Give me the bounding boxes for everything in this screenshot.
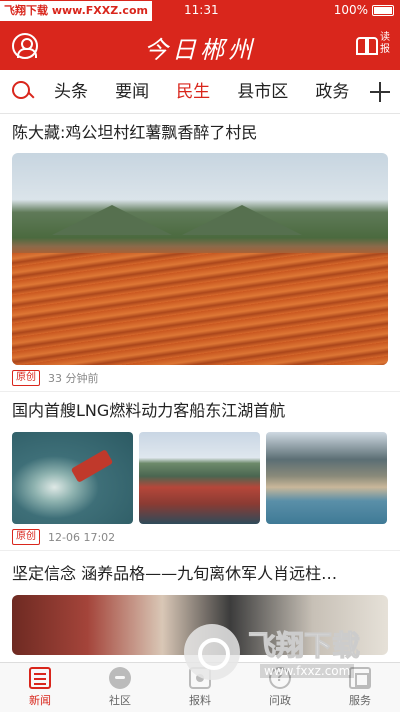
photo-mountain bbox=[182, 205, 302, 235]
news-feed: 陈大藏:鸡公坦村红薯飘香醉了村民 原创 33 分钟前 国内首艘LNG燃料动力客船… bbox=[0, 114, 400, 662]
status-bar: 飞翔下载 www.FXXZ.com 11:31 100% bbox=[0, 0, 400, 22]
community-icon bbox=[109, 667, 131, 689]
read-paper-button[interactable]: 读报 bbox=[356, 32, 392, 56]
watermark-text: 飞翔下载 bbox=[247, 629, 361, 663]
article-item[interactable]: 陈大藏:鸡公坦村红薯飘香醉了村民 原创 33 分钟前 bbox=[0, 114, 400, 392]
photo-boat bbox=[70, 449, 114, 483]
article-time: 33 分钟前 bbox=[48, 372, 99, 385]
watermark-logo-icon bbox=[184, 624, 240, 680]
tab-headlines[interactable]: 头条 bbox=[54, 70, 88, 114]
article-meta: 原创 12-06 17:02 bbox=[12, 524, 388, 550]
article-image[interactable] bbox=[266, 432, 387, 524]
nav-community[interactable]: 社区 bbox=[80, 663, 160, 712]
article-image[interactable] bbox=[12, 432, 133, 524]
original-badge: 原创 bbox=[12, 529, 40, 545]
article-image[interactable] bbox=[139, 432, 260, 524]
article-meta: 原创 33 分钟前 bbox=[12, 365, 388, 391]
original-badge: 原创 bbox=[12, 370, 40, 386]
article-image[interactable] bbox=[12, 153, 388, 365]
status-time: 11:31 bbox=[184, 3, 219, 17]
tab-important-news[interactable]: 要闻 bbox=[115, 70, 149, 114]
tab-livelihood[interactable]: 民生 bbox=[176, 70, 210, 114]
tab-counties[interactable]: 县市区 bbox=[237, 70, 288, 114]
watermark-overlay: 飞翔下载 www.fxxz.com bbox=[184, 616, 394, 696]
add-channel-icon[interactable] bbox=[370, 82, 390, 102]
article-title[interactable]: 陈大藏:鸡公坦村红薯飘香醉了村民 bbox=[12, 114, 388, 144]
book-icon bbox=[356, 35, 378, 55]
article-title[interactable]: 坚定信念 涵养品格——九旬离休军人肖远柱… bbox=[12, 551, 388, 585]
news-icon bbox=[29, 667, 51, 689]
battery-icon bbox=[372, 4, 394, 16]
battery-percent: 100% bbox=[333, 3, 368, 17]
article-title[interactable]: 国内首艘LNG燃料动力客船东江湖首航 bbox=[12, 392, 388, 422]
search-icon[interactable] bbox=[12, 81, 34, 103]
status-right: 100% bbox=[334, 3, 394, 17]
article-image-group bbox=[12, 432, 388, 524]
app-logo: 今日郴州 bbox=[144, 36, 256, 64]
nav-label: 社区 bbox=[109, 694, 131, 707]
article-item[interactable]: 国内首艘LNG燃料动力客船东江湖首航 原创 12-06 17:02 bbox=[0, 392, 400, 551]
nav-news[interactable]: 新闻 bbox=[0, 663, 80, 712]
read-paper-label: 读报 bbox=[380, 32, 390, 55]
channel-tabs: 头条 要闻 民生 县市区 政务 专题 bbox=[0, 70, 400, 114]
nav-label: 新闻 bbox=[29, 694, 51, 707]
article-time: 12-06 17:02 bbox=[48, 530, 116, 544]
watermark-label: 飞翔下载 www.FXXZ.com bbox=[0, 1, 152, 21]
tab-list: 头条 要闻 民生 县市区 政务 专题 bbox=[46, 70, 362, 114]
app-header: 今日郴州 读报 bbox=[0, 22, 400, 70]
tab-government[interactable]: 政务 bbox=[315, 70, 349, 114]
watermark-url: www.fxxz.com bbox=[260, 664, 355, 678]
photo-mountain bbox=[52, 205, 172, 235]
photo-sweet-potato-rows bbox=[12, 253, 388, 365]
